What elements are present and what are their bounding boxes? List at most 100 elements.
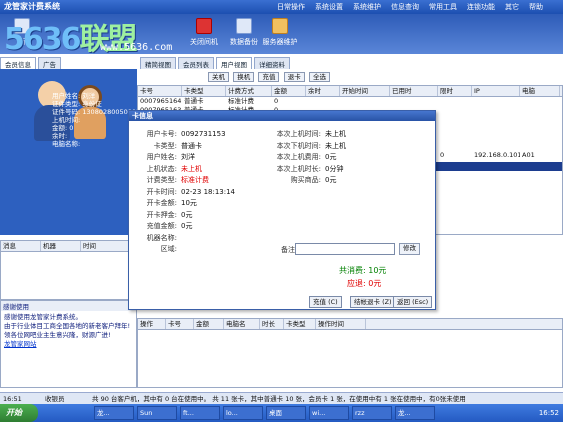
table-cell: 0007965164 <box>140 97 182 105</box>
grid-column-header: 金额 <box>272 86 306 96</box>
menu-item[interactable]: 常用工具 <box>429 0 457 14</box>
taskbar: 开始 龙... Sun ft... lo... 桌面 wi... rzz 龙... 16:52 <box>0 404 563 422</box>
table-cell: A01 <box>522 151 535 159</box>
recharge-button[interactable]: 充值 <box>258 72 280 82</box>
table-cell: 0 <box>274 97 279 105</box>
card-field-value: 10元 <box>181 199 197 207</box>
card-field: 开卡时间: 02-23 18:13:14 <box>133 187 235 197</box>
menubar: 日常操作 系统设置 系统维护 信息查询 常用工具 连锁功能 其它 帮助 <box>277 0 543 14</box>
log-column-header: 卡号 <box>166 319 194 329</box>
session-field-value: 未上机 <box>325 130 346 138</box>
tab-member-list[interactable]: 会员列表 <box>178 57 214 69</box>
tab-details[interactable]: 详细资料 <box>254 57 290 69</box>
session-field-value: 0元 <box>325 153 337 161</box>
tab-ads[interactable]: 广告 <box>38 57 61 69</box>
menu-item[interactable]: 日常操作 <box>277 0 305 14</box>
card-field-value: 普通卡 <box>181 141 202 150</box>
website-link[interactable]: 龙管家网站 <box>4 340 133 349</box>
user-field-label: 余时: <box>52 132 68 140</box>
card-info-dialog: 卡信息 用户卡号: 0092731153 卡类型: 普通卡 用户姓名: 刘洋 上机状态: 未上… <box>128 110 436 310</box>
table-cell <box>438 106 472 115</box>
log-column-header: 操作时间 <box>316 319 366 329</box>
taskbar-item[interactable]: wi... <box>309 406 349 420</box>
taskbar-item[interactable]: 龙... <box>94 406 134 420</box>
log-column-header: 卡类型 <box>284 319 316 329</box>
session-field-value: 未上机 <box>325 141 346 150</box>
card-field-label: 用户姓名: <box>146 153 177 161</box>
card-field-label: 机器名称: <box>146 233 177 242</box>
checkout-button[interactable]: 结帐退卡 (Z) <box>350 296 396 308</box>
taskbar-item[interactable]: 桌面 <box>266 406 306 420</box>
log-grid: 操作 卡号 金额 电脑名 时长 卡类型 操作时间 <box>137 318 563 388</box>
user-field-label: 金额: <box>52 124 68 132</box>
tab-member-info[interactable]: 会员信息 <box>0 57 36 69</box>
session-field-label: 本次上机时长: <box>276 164 321 173</box>
session-field-label: 购买商品: <box>290 176 321 184</box>
card-field-label: 用户卡号: <box>146 130 177 138</box>
menu-item[interactable]: 帮助 <box>529 0 543 14</box>
remark-input[interactable] <box>295 243 395 255</box>
message-grid: 消息 机器 时间 <box>0 240 137 300</box>
grid-column-header: IP <box>472 86 520 96</box>
taskbar-item[interactable]: 龙... <box>395 406 435 420</box>
card-field-label: 计费类型: <box>146 176 177 184</box>
grid-column-header: 余时 <box>306 86 340 96</box>
user-field-value: 刘洋 <box>82 92 96 100</box>
card-field: 卡类型: 普通卡 <box>133 141 202 151</box>
close-machine-button[interactable]: 关闭间机 <box>182 18 226 47</box>
main-tabs: 精简视图 会员列表 用户视图 详细资料 <box>140 57 563 69</box>
session-field-label: 本次下机时间: <box>276 141 321 150</box>
table-cell <box>390 97 438 106</box>
window-title: 龙管家计费系统 <box>4 2 60 11</box>
welcome-panel: 感谢使用 感谢使用龙管家计费系统。 由于行业体目工商全国各地的新老客户拜年! 领各位… <box>0 300 137 388</box>
return-card-button[interactable]: 退卡 <box>283 72 305 82</box>
card-field-label: 上机状态: <box>146 164 177 173</box>
session-field-value: 0元 <box>325 176 337 184</box>
taskbar-item[interactable]: Sun <box>137 406 177 420</box>
user-field-value: 身份证 <box>82 100 102 108</box>
back-button[interactable]: 返回 (Esc) <box>393 296 433 308</box>
menu-item[interactable]: 其它 <box>505 0 519 14</box>
session-field: 本次下机时间: 未上机 <box>259 141 346 151</box>
session-field-value: 0分钟 <box>325 164 344 173</box>
card-field: 用户姓名: 刘洋 <box>133 152 195 162</box>
user-field-value: 0 <box>69 124 74 132</box>
clock: 16:52 <box>538 409 559 417</box>
server-maintenance-button[interactable]: 服务器维护 <box>258 18 302 47</box>
table-cell <box>438 97 472 106</box>
menu-item[interactable]: 系统设置 <box>315 0 343 14</box>
table-cell: 0 <box>440 151 445 159</box>
menu-item[interactable]: 信息查询 <box>391 0 419 14</box>
log-column-header: 操作 <box>138 319 166 329</box>
session-field-label: 本次上机时间: <box>276 130 321 138</box>
table-cell <box>520 97 560 106</box>
user-field: 用户姓名: 刘洋 <box>52 92 144 100</box>
log-column-header: 金额 <box>194 319 224 329</box>
select-all-button[interactable]: 全选 <box>308 72 330 82</box>
menu-item[interactable]: 连锁功能 <box>467 0 495 14</box>
card-field-value: 未上机 <box>181 164 202 173</box>
menu-item[interactable]: 系统维护 <box>353 0 381 14</box>
dialog-title: 卡信息 <box>129 111 435 121</box>
card-field-label: 区域: <box>160 245 177 253</box>
taskbar-item[interactable]: rzz <box>352 406 392 420</box>
table-row[interactable]: 0007965164 普通卡 标准计费 0 <box>138 97 562 106</box>
taskbar-item[interactable]: lo... <box>223 406 263 420</box>
card-field: 上机状态: 未上机 <box>133 164 202 174</box>
session-field-label: 本次上机费用: <box>276 153 321 161</box>
welcome-line: 感谢使用龙管家计费系统。 <box>4 313 82 321</box>
tab-simple-view[interactable]: 精简视图 <box>140 57 176 69</box>
taskbar-item[interactable]: ft... <box>180 406 220 420</box>
message-column-header: 机器 <box>41 241 81 251</box>
shutdown-button[interactable]: 关机 <box>208 72 229 82</box>
tab-user-view[interactable]: 用户视图 <box>216 57 252 69</box>
card-field-value: 0092731153 <box>181 130 226 138</box>
switch-machine-button[interactable]: 换机 <box>233 72 255 82</box>
card-field: 充值金额: 0元 <box>133 221 193 231</box>
start-button[interactable]: 开始 <box>0 404 38 422</box>
modify-button[interactable]: 修改 <box>399 243 420 255</box>
grid-column-header: 开始时间 <box>340 86 390 96</box>
grid-column-header: 限时 <box>438 86 472 96</box>
message-grid-header: 消息 机器 时间 <box>1 241 136 252</box>
recharge-dialog-button[interactable]: 充值 (C) <box>309 296 342 308</box>
